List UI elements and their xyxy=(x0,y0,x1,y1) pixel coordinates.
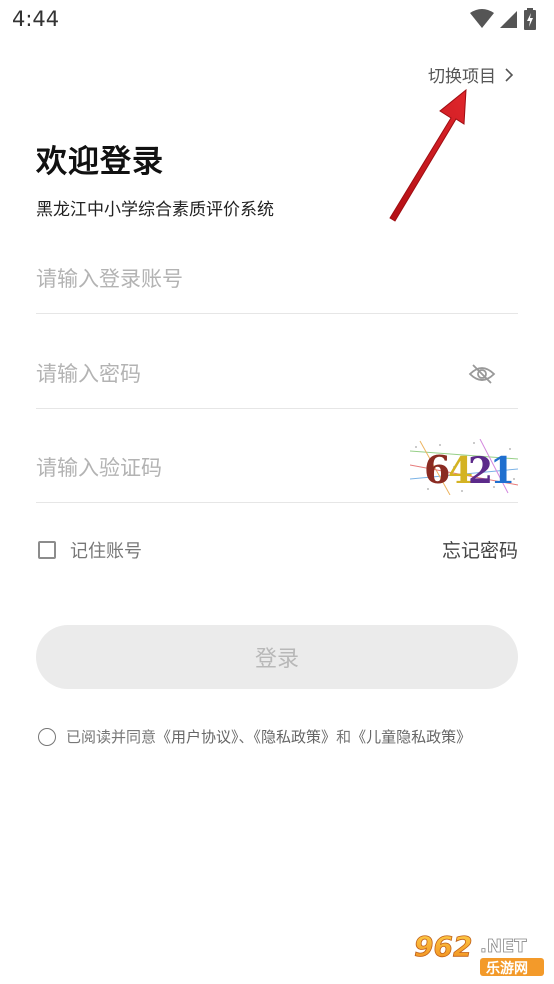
watermark-brand: 962 xyxy=(414,930,472,963)
agreement-prefix: 已阅读并同意 xyxy=(66,728,157,746)
forgot-password-link[interactable]: 忘记密码 xyxy=(442,536,518,563)
status-bar: 4:44 xyxy=(0,0,554,38)
watermark-sub: 乐游网 xyxy=(486,960,528,977)
privacy-policy-link[interactable]: 《隐私政策》 xyxy=(254,728,337,746)
remember-account[interactable]: 记住账号 xyxy=(38,537,142,563)
agreement-row: 已阅读并同意《用户协议》、《隐私政策》和《儿童隐私政策》 xyxy=(38,726,471,747)
chevron-right-icon xyxy=(505,67,514,82)
remember-label: 记住账号 xyxy=(70,541,142,562)
switch-project-button[interactable]: 切换项目 xyxy=(428,62,514,87)
child-privacy-policy-link[interactable]: 《儿童隐私政策》 xyxy=(351,728,471,746)
page-title: 欢迎登录 xyxy=(36,136,166,181)
agreement-separator: 、 xyxy=(238,728,254,746)
switch-project-label: 切换项目 xyxy=(428,67,496,87)
remember-checkbox[interactable] xyxy=(38,541,56,559)
battery-charging-icon xyxy=(524,8,536,30)
status-icons xyxy=(470,7,536,31)
captcha-field: 6 4 2 1 xyxy=(36,433,518,503)
watermark-suffix: .NET xyxy=(480,936,527,957)
captcha-input[interactable] xyxy=(36,455,396,480)
agreement-text: 已阅读并同意《用户协议》、《隐私政策》和《儿童隐私政策》 xyxy=(66,726,471,747)
agreement-radio[interactable] xyxy=(38,727,56,746)
captcha-char-4: 1 xyxy=(490,450,515,492)
wifi-icon xyxy=(470,9,494,28)
login-button[interactable]: 登录 xyxy=(36,625,518,689)
captcha-char-1: 6 xyxy=(424,447,450,492)
user-agreement-link[interactable]: 《用户协议》 xyxy=(156,728,239,746)
page-title-text: 欢迎登录 xyxy=(36,144,164,180)
account-input[interactable] xyxy=(36,266,396,291)
password-input[interactable] xyxy=(36,361,396,386)
watermark-logo: 962 .NET 乐游网 xyxy=(414,930,544,977)
signal-icon xyxy=(500,11,517,28)
status-time: 4:44 xyxy=(12,7,60,31)
password-field xyxy=(36,339,518,409)
system-name: 黑龙江中小学综合素质评价系统 xyxy=(36,200,274,220)
eye-off-icon[interactable] xyxy=(468,363,496,385)
welcome-block: 欢迎登录 xyxy=(36,136,166,181)
account-field xyxy=(36,244,518,314)
agreement-conjunction: 和 xyxy=(336,728,352,746)
captcha-image[interactable]: 6 4 2 1 xyxy=(410,439,518,495)
